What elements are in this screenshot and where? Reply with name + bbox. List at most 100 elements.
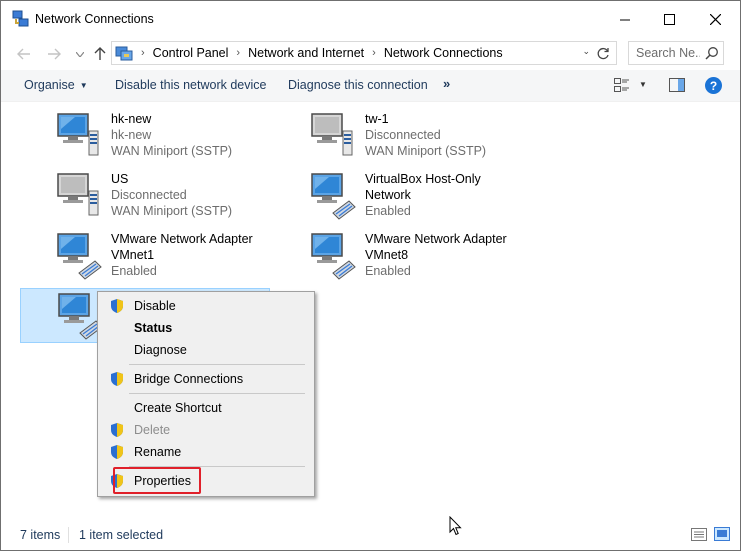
close-button[interactable] [692,1,738,38]
menu-item-bridge-connections[interactable]: Bridge Connections [100,368,312,390]
more-commands-button[interactable]: » [443,76,450,91]
help-button[interactable]: ? [705,77,722,94]
command-bar: Organise ▼ Disable this network device Di… [1,70,740,102]
status-bar: 7 items 1 item selected [1,522,740,550]
connection-name: tw-1 [365,112,389,126]
connection-status: Disconnected [365,128,441,142]
connection-device: WAN Miniport (SSTP) [365,144,487,158]
connection-status: Disconnected [111,188,187,202]
title-bar[interactable]: Network Connections [1,1,740,38]
network-connections-icon [12,10,29,27]
up-button[interactable] [89,44,111,64]
address-dropdown-icon[interactable]: ⌄ [582,46,590,57]
disable-network-device-button[interactable]: Disable this network device [115,78,266,92]
address-row: › Control Panel › Network and Internet ›… [1,38,740,70]
network-connections-window: Network Connections › Control Panel › Ne… [0,0,741,551]
control-panel-icon [115,46,133,61]
breadcrumb-network-and-internet[interactable]: Network and Internet [248,46,364,60]
uac-shield-icon [111,423,123,437]
change-view-icon[interactable] [614,78,630,93]
menu-item-rename[interactable]: Rename [100,441,312,463]
menu-item-status[interactable]: Status [100,317,312,339]
details-view-icon[interactable] [691,528,707,541]
connection-name: VirtualBox Host-Only [365,172,481,186]
arrow-right-icon [48,48,61,60]
connection-text: US Disconnected WAN Miniport (SSTP) [111,171,232,219]
network-wan-disconnected-icon [311,113,353,156]
close-icon [709,14,721,25]
minimize-button[interactable] [602,1,648,38]
network-wan-icon [57,113,99,156]
large-icons-view-icon[interactable] [714,527,730,541]
maximize-icon [663,14,675,25]
chevron-down-icon [76,51,84,57]
menu-item-label: Rename [134,445,182,459]
maximize-button[interactable] [646,1,692,38]
menu-item-label: Delete [134,423,171,437]
breadcrumb-separator-icon: › [141,47,145,59]
menu-item-label: Bridge Connections [134,372,244,386]
connection-name-line2: VMnet1 [111,248,155,262]
connection-item-vmnet8[interactable]: VMware Network Adapter VMnet8 Enabled [309,231,559,287]
breadcrumb-separator-icon: › [372,47,376,59]
network-adapter-icon [311,233,356,280]
menu-item-label: Status [134,321,173,335]
breadcrumb-control-panel[interactable]: Control Panel [153,46,229,60]
uac-shield-icon [111,372,123,386]
connection-text: VMware Network Adapter VMnet1 Enabled [111,231,253,279]
connection-item-us[interactable]: US Disconnected WAN Miniport (SSTP) [55,171,305,227]
preview-pane-icon[interactable] [669,78,685,93]
caret-down-icon: ▼ [79,81,88,90]
diagnose-connection-button[interactable]: Diagnose this connection [288,78,428,92]
connection-status: hk-new [111,128,152,142]
connection-device: WAN Miniport (SSTP) [111,144,233,158]
forward-button[interactable] [43,44,65,64]
network-adapter-icon [57,233,102,280]
mouse-cursor-icon [449,516,462,536]
search-input[interactable]: Search Ne... [628,41,724,65]
connection-item-hk-new[interactable]: hk-new hk-new WAN Miniport (SSTP) [55,111,305,167]
menu-item-disable[interactable]: Disable [100,295,312,317]
connection-text: VirtualBox Host-Only Network Enabled [365,171,481,219]
connection-text: hk-new hk-new WAN Miniport (SSTP) [111,111,232,159]
connection-text: tw-1 Disconnected WAN Miniport (SSTP) [365,111,486,159]
menu-item-label: Disable [134,299,176,313]
connection-name: US [111,172,129,186]
refresh-button[interactable] [593,43,613,63]
connection-status: Enabled [365,264,411,278]
network-adapter-icon [311,173,356,220]
view-options-dropdown-icon[interactable]: ▼ [639,80,647,89]
connection-device: WAN Miniport (SSTP) [111,204,233,218]
menu-separator [129,364,305,365]
minimize-icon [620,19,630,20]
breadcrumb-network-connections[interactable]: Network Connections [384,46,503,60]
search-icon [705,47,718,60]
search-placeholder: Search Ne... [636,46,700,60]
item-count: 7 items [20,528,61,542]
uac-shield-icon [111,445,123,459]
connection-item-tw-1[interactable]: tw-1 Disconnected WAN Miniport (SSTP) [309,111,559,167]
menu-item-diagnose[interactable]: Diagnose [100,339,312,361]
back-button[interactable] [13,44,35,64]
connection-name-line2: VMnet8 [365,248,409,262]
address-bar[interactable]: › Control Panel › Network and Internet ›… [111,41,617,65]
uac-shield-icon [111,299,123,313]
connection-item-vmnet1[interactable]: VMware Network Adapter VMnet1 Enabled [55,231,305,287]
menu-separator [129,393,305,394]
menu-item-label: Diagnose [134,343,187,357]
connection-item-virtualbox[interactable]: VirtualBox Host-Only Network Enabled [309,171,559,227]
recent-locations-button[interactable] [69,44,91,64]
properties-highlight-box [113,467,201,494]
breadcrumb-separator-icon: › [236,47,241,59]
connection-name-line2: Network [365,188,411,202]
status-divider [68,527,69,543]
window-title: Network Connections [35,12,154,26]
arrow-up-icon [94,47,106,60]
connection-name: VMware Network Adapter [111,232,253,246]
organise-menu-button[interactable]: Organise ▼ [24,78,88,92]
menu-item-create-shortcut[interactable]: Create Shortcut [100,397,312,419]
connection-status: Enabled [111,264,157,278]
connection-name: hk-new [111,112,152,126]
organise-label: Organise [24,78,75,92]
connection-name: VMware Network Adapter [365,232,507,246]
